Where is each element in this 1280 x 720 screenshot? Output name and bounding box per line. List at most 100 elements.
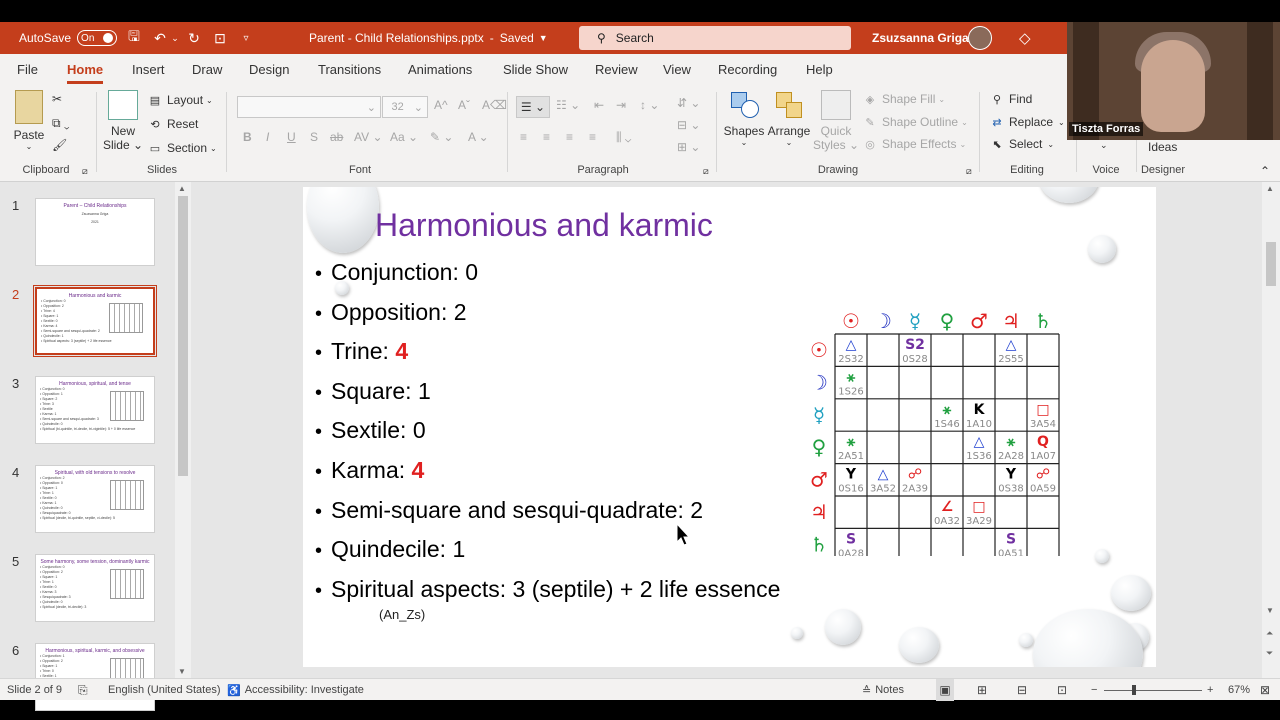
thumbnails-scroll-thumb[interactable] bbox=[178, 196, 188, 476]
arrange-button[interactable]: Arrange ⌄ bbox=[767, 90, 811, 147]
slide-thumbnail[interactable]: Harmonious, spiritual, and tense • Conjun… bbox=[35, 376, 155, 444]
autosave[interactable]: AutoSave On bbox=[19, 22, 118, 54]
shape-outline-button[interactable]: ✎ Shape Outline ⌄ bbox=[862, 114, 967, 130]
bullet-item[interactable]: Spiritual aspects: 3 (septile) + 2 life … bbox=[315, 570, 780, 610]
autosave-toggle[interactable]: On bbox=[77, 30, 118, 46]
italic-icon[interactable]: I bbox=[266, 130, 269, 144]
previous-slide-icon[interactable]: ⏶ bbox=[1266, 628, 1273, 639]
slide-thumbnail[interactable]: Parent – Child Relationships Zsuzsanna Gr… bbox=[35, 198, 155, 266]
tab-animations[interactable]: Animations bbox=[408, 54, 472, 86]
save-icon[interactable]: 🖫 bbox=[124, 22, 144, 54]
bullets-icon[interactable]: ☰ ⌄ bbox=[516, 96, 550, 118]
format-painter-icon[interactable]: 🖌 bbox=[52, 138, 67, 152]
new-slide-button[interactable]: New Slide ⌄ bbox=[103, 90, 143, 152]
tab-file[interactable]: File bbox=[17, 54, 38, 86]
columns-icon[interactable]: ⫼ ⌄ bbox=[616, 130, 631, 145]
bullet-item[interactable]: Square: 1 bbox=[315, 372, 780, 412]
zoom-slider[interactable] bbox=[1104, 679, 1202, 701]
tab-slide-show[interactable]: Slide Show bbox=[503, 54, 568, 86]
drawing-launcher-icon[interactable]: ⧄ bbox=[966, 166, 972, 177]
tab-insert[interactable]: Insert bbox=[132, 54, 165, 86]
quick-styles-button[interactable]: Quick Styles ⌄ bbox=[813, 90, 859, 152]
normal-view-icon[interactable]: ▣ bbox=[936, 679, 954, 701]
bullet-item[interactable]: Sextile: 0 bbox=[315, 411, 780, 451]
redo-icon[interactable]: ↻ bbox=[184, 22, 204, 54]
slide-thumbnail[interactable]: Harmonious and karmic • Conjunction: 0 • O… bbox=[33, 285, 157, 357]
increase-font-icon[interactable]: A^ bbox=[434, 98, 448, 112]
slide-thumbnail[interactable]: Some harmony, some tension, dominantly k… bbox=[35, 554, 155, 622]
zoom-level[interactable]: 67% bbox=[1228, 679, 1250, 701]
paste-button[interactable]: Paste ⌄ bbox=[14, 90, 44, 151]
zoom-in-icon[interactable]: + bbox=[1207, 679, 1213, 701]
language-indicator[interactable]: English (United States) bbox=[108, 679, 221, 701]
change-case-icon[interactable]: Aa ⌄ bbox=[390, 130, 418, 144]
bullet-item[interactable]: Trine: 4 bbox=[315, 332, 780, 372]
find-button[interactable]: ⚲ Find bbox=[989, 91, 1032, 107]
shapes-button[interactable]: Shapes ⌄ bbox=[724, 90, 764, 147]
customize-toolbar-icon[interactable]: ▿ bbox=[236, 22, 256, 54]
tab-draw[interactable]: Draw bbox=[192, 54, 222, 86]
scroll-up-icon[interactable]: ▲ bbox=[178, 184, 186, 193]
user-avatar[interactable] bbox=[968, 26, 992, 50]
tab-home[interactable]: Home bbox=[67, 54, 104, 86]
dictate-dropdown-icon[interactable]: ⌄ bbox=[1100, 140, 1108, 151]
replace-button[interactable]: ⇄ Replace ⌄ bbox=[989, 114, 1064, 130]
search-box[interactable]: ⚲ Search bbox=[579, 26, 851, 50]
align-right-icon[interactable]: ≡ bbox=[566, 130, 573, 144]
reading-view-icon[interactable]: ⊟ bbox=[1017, 679, 1027, 701]
user-name[interactable]: Zsuzsanna Griga bbox=[872, 22, 969, 54]
justify-icon[interactable]: ≡ bbox=[589, 130, 596, 144]
fit-to-window-icon[interactable]: ⊠ bbox=[1260, 679, 1270, 701]
ideas-button[interactable]: Ideas bbox=[1148, 140, 1177, 154]
cut-icon[interactable]: ✂ bbox=[52, 92, 62, 106]
tab-design[interactable]: Design bbox=[249, 54, 289, 86]
section-button[interactable]: ▭ Section ⌄ bbox=[147, 140, 217, 156]
spelling-icon[interactable]: ⎘ bbox=[78, 679, 88, 701]
canvas-scroll-thumb[interactable] bbox=[1266, 242, 1276, 286]
current-slide[interactable]: Harmonious and karmic Conjunction: 0 Oppo… bbox=[303, 187, 1156, 667]
select-button[interactable]: ⬉ Select ⌄ bbox=[989, 136, 1054, 152]
bullet-list[interactable]: Conjunction: 0 Opposition: 2 Trine: 4 Squar… bbox=[315, 253, 780, 609]
tab-view[interactable]: View bbox=[663, 54, 691, 86]
underline-icon[interactable]: U bbox=[287, 130, 296, 144]
slide-sorter-icon[interactable]: ⊞ bbox=[977, 679, 987, 701]
collapse-ribbon-icon[interactable]: ⌃ bbox=[1260, 164, 1270, 178]
next-slide-icon[interactable]: ⏷ bbox=[1266, 648, 1273, 659]
slide-show-icon[interactable]: ⊡ bbox=[1057, 679, 1067, 701]
font-size-box[interactable]: 32 ⌄ bbox=[382, 96, 428, 118]
align-center-icon[interactable]: ≡ bbox=[543, 130, 550, 144]
accessibility-status[interactable]: ♿ Accessibility: Investigate bbox=[227, 679, 364, 701]
tab-help[interactable]: Help bbox=[806, 54, 833, 86]
undo-icon[interactable]: ↶ bbox=[150, 22, 170, 54]
line-spacing-icon[interactable]: ↕ ⌄ bbox=[640, 98, 659, 112]
tab-recording[interactable]: Recording bbox=[718, 54, 777, 86]
decrease-indent-icon[interactable]: ⇤ bbox=[594, 98, 604, 112]
canvas-scrollbar[interactable]: ▲ ▼ ⏶ ⏷ bbox=[1262, 182, 1280, 678]
bold-icon[interactable]: B bbox=[243, 130, 252, 144]
present-icon[interactable]: ⊡ bbox=[210, 22, 230, 54]
font-color-icon[interactable]: A ⌄ bbox=[468, 130, 489, 144]
zoom-slider-thumb[interactable] bbox=[1132, 684, 1136, 695]
bullet-item[interactable]: Conjunction: 0 bbox=[315, 253, 780, 293]
undo-dropdown-icon[interactable]: ⌄ bbox=[170, 22, 180, 54]
highlight-icon[interactable]: ✎ ⌄ bbox=[430, 130, 453, 144]
zoom-out-icon[interactable]: − bbox=[1091, 679, 1097, 701]
text-direction-icon[interactable]: ⇵ ⌄ bbox=[677, 96, 700, 110]
strikethrough-icon[interactable]: ab bbox=[330, 130, 343, 144]
slide-thumbnail[interactable]: Spiritual, with old tensions to resolve •… bbox=[35, 465, 155, 533]
scroll-down-icon[interactable]: ▼ bbox=[178, 667, 186, 676]
numbering-icon[interactable]: ☷ ⌄ bbox=[556, 98, 580, 112]
clipboard-launcher-icon[interactable]: ⧄ bbox=[82, 166, 88, 177]
shape-effects-button[interactable]: ◎ Shape Effects ⌄ bbox=[862, 136, 966, 152]
document-title[interactable]: Parent - Child Relationships.pptx - Save… bbox=[309, 22, 548, 54]
font-name-box[interactable]: ⌄ bbox=[237, 96, 381, 118]
shape-fill-button[interactable]: ◈ Shape Fill ⌄ bbox=[862, 91, 945, 107]
tab-transitions[interactable]: Transitions bbox=[318, 54, 381, 86]
copy-icon[interactable]: ⧉ ⌄ bbox=[52, 116, 70, 131]
bullet-item[interactable]: Semi-square and sesqui-quadrate: 2 bbox=[315, 491, 780, 531]
character-spacing-icon[interactable]: AV ⌄ bbox=[354, 130, 383, 144]
shadow-icon[interactable]: S bbox=[310, 130, 318, 144]
aspect-grid-image[interactable]: ☉☉☽☽☿☿♀♀♂♂♃♃♄♄△2S32S20S28△2S55⚹1S26⚹1S46… bbox=[803, 301, 1063, 556]
slide-counter[interactable]: Slide 2 of 9 bbox=[7, 679, 62, 701]
thumbnails-scrollbar[interactable]: ▲ ▼ bbox=[175, 182, 191, 678]
